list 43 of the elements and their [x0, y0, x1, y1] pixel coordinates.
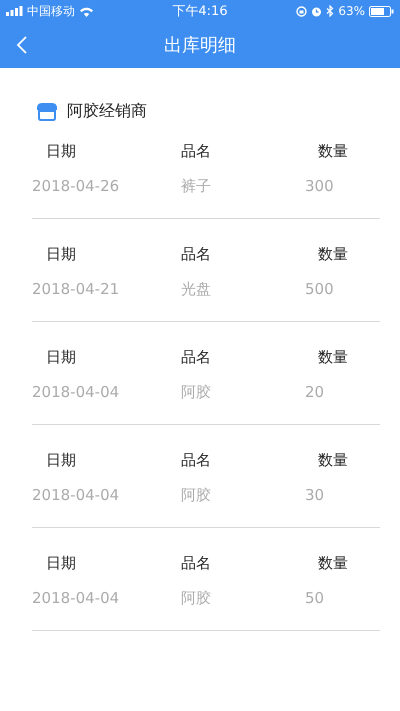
quantity-value: 500: [305, 280, 335, 299]
product-label: 品名: [181, 554, 212, 573]
quantity-label: 数量: [317, 245, 349, 264]
date-value: 2018-04-04: [32, 589, 120, 608]
quantity-label: 数量: [317, 142, 349, 161]
date-label: 日期: [45, 142, 77, 161]
rotation-lock-icon: [296, 6, 308, 16]
product-label: 品名: [181, 348, 212, 367]
product-value: 光盘: [181, 280, 212, 299]
battery-icon: [369, 6, 394, 16]
quantity-value: 50: [305, 589, 326, 608]
date-value: 2018-04-04: [32, 486, 120, 505]
page-title: 出库明细: [164, 34, 236, 57]
battery-percent: 63%: [338, 4, 365, 18]
bluetooth-icon: [326, 5, 334, 17]
quantity-label: 数量: [317, 348, 349, 367]
date-label: 日期: [45, 554, 77, 573]
product-label: 品名: [181, 245, 212, 264]
date-label: 日期: [45, 451, 77, 470]
alarm-icon: [311, 6, 322, 16]
quantity-value: 30: [305, 486, 326, 505]
date-label: 日期: [45, 348, 77, 367]
shop-name: 阿胶经销商: [67, 100, 147, 122]
back-icon[interactable]: [16, 36, 27, 54]
quantity-label: 数量: [317, 554, 349, 573]
carrier-name: 中国移动: [27, 2, 75, 20]
quantity-value: 20: [305, 383, 326, 402]
date-value: 2018-04-21: [32, 280, 120, 299]
quantity-value: 300: [305, 177, 335, 196]
wifi-icon: [79, 6, 94, 16]
product-value: 阿胶: [181, 383, 212, 402]
status-time: 下午4:16: [172, 3, 228, 20]
product-label: 品名: [181, 142, 212, 161]
store-icon: [36, 102, 58, 120]
date-value: 2018-04-04: [32, 383, 120, 402]
product-value: 阿胶: [181, 589, 212, 608]
product-value: 阿胶: [181, 486, 212, 505]
date-value: 2018-04-26: [32, 177, 120, 196]
date-label: 日期: [45, 245, 77, 264]
quantity-label: 数量: [317, 451, 349, 470]
product-label: 品名: [181, 451, 212, 470]
signal-icon: [6, 6, 23, 16]
product-value: 裤子: [181, 177, 212, 196]
